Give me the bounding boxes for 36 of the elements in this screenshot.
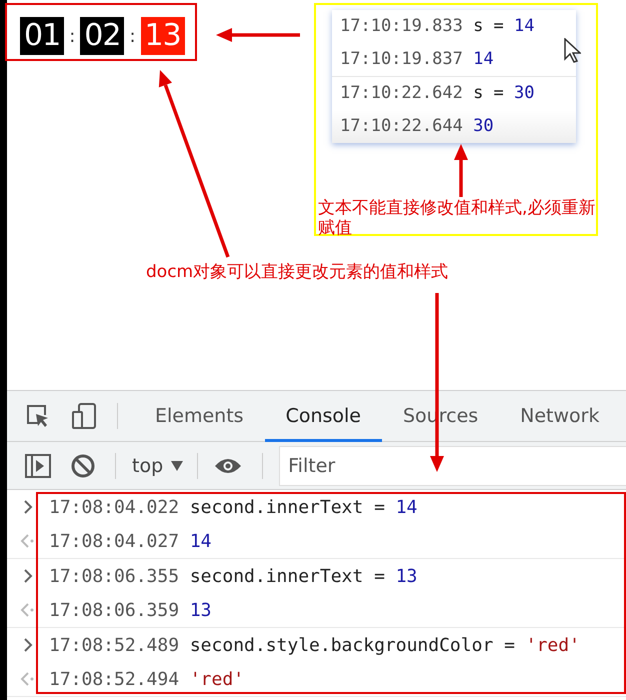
timestamp: 17:10:22.642 [340, 83, 463, 103]
timestamp: 17:08:52.494 [49, 668, 180, 690]
timer-digits: 02 [80, 17, 124, 55]
devtools-tab[interactable]: Elements [134, 390, 265, 442]
console-value: 13 [190, 600, 212, 620]
timestamp: 17:10:19.833 [340, 16, 463, 36]
console-value: 13 [396, 566, 418, 586]
console-code: second.style.backgroundColor = [190, 634, 515, 656]
timer-separator: : [69, 26, 76, 46]
console-value: 14 [514, 16, 535, 36]
timestamp: 17:08:06.359 [49, 600, 180, 620]
timestamp: 17:08:04.027 [49, 530, 180, 552]
console-value: 14 [396, 496, 418, 518]
console-code: second.innerText = [190, 496, 385, 518]
timestamp: 17:08:52.489 [49, 634, 180, 656]
annotation-text: docm对象可以直接更改元素的值和样式 [146, 262, 448, 282]
console-value: 'red' [190, 668, 244, 690]
console-code: s = [473, 83, 504, 103]
timer-separator: : [129, 26, 136, 46]
timer-digits: 01 [20, 17, 64, 55]
console-code: s = [473, 16, 504, 36]
timestamp: 17:10:22.644 [340, 116, 463, 136]
timestamp: 17:08:04.022 [49, 496, 180, 518]
console-value: 'red' [526, 634, 580, 656]
console-code: second.innerText = [190, 566, 385, 586]
console-value: 14 [473, 49, 494, 69]
context-dropdown[interactable]: top [132, 454, 184, 476]
filter-field[interactable]: Filter [279, 446, 626, 486]
devtools-tab[interactable]: Network [499, 390, 620, 442]
console-value: 30 [473, 116, 494, 136]
console-value: 30 [514, 83, 535, 103]
annotation-text: 文本不能直接修改值和样式,必须重新赋值 [318, 198, 596, 238]
timestamp: 17:08:06.355 [49, 566, 180, 586]
timer-digits: 13 [140, 17, 185, 55]
console-value: 14 [190, 530, 212, 552]
timestamp: 17:10:19.837 [340, 49, 463, 69]
